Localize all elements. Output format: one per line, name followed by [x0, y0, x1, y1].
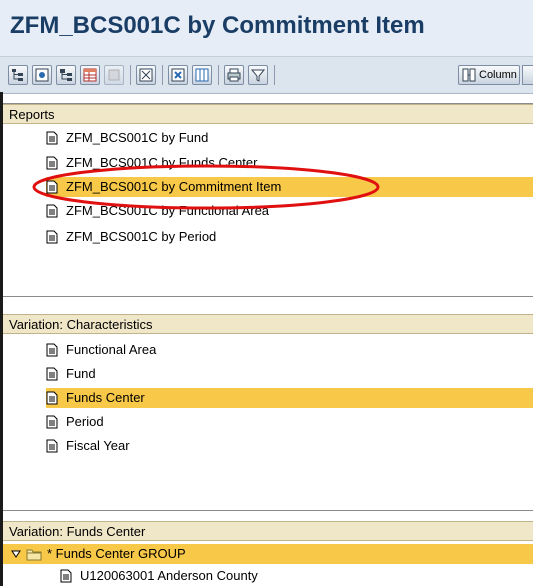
document-icon — [46, 131, 58, 145]
column-button[interactable]: Column — [458, 65, 520, 85]
report-item-label: ZFM_BCS001C by Funds Center — [66, 155, 258, 170]
characteristic-label: Period — [66, 414, 104, 429]
toolbar-separator — [130, 65, 131, 85]
column-button-label: Column — [479, 69, 517, 81]
report-item-period[interactable]: ZFM_BCS001C by Period — [46, 227, 346, 247]
characteristic-functional-area[interactable]: Functional Area — [46, 340, 346, 360]
funds-center-header: Variation: Funds Center — [3, 521, 533, 541]
toolbar-separator — [218, 65, 219, 85]
panel-divider — [3, 510, 533, 511]
characteristic-period[interactable]: Period — [46, 412, 346, 432]
layout-icon[interactable] — [80, 65, 100, 85]
characteristics-header: Variation: Characteristics — [3, 314, 533, 334]
characteristic-label: Funds Center — [66, 390, 145, 405]
expand-tree-icon[interactable] — [56, 65, 76, 85]
document-icon — [46, 343, 58, 357]
document-icon — [46, 367, 58, 381]
report-item-commitment-item[interactable]: ZFM_BCS001C by Commitment Item — [46, 177, 533, 197]
sort-filter-icon[interactable] — [248, 65, 268, 85]
report-item-label: ZFM_BCS001C by Functional Area — [66, 203, 270, 218]
report-item-label: ZFM_BCS001C by Period — [66, 229, 217, 244]
collapse-triangle-icon[interactable] — [11, 549, 21, 559]
funds-center-child-label: U120063001 Anderson County — [80, 568, 258, 583]
column-icon — [462, 68, 476, 82]
panel-divider — [3, 103, 533, 104]
report-item-functional-area[interactable]: ZFM_BCS001C by Functional Area — [46, 201, 346, 221]
document-icon — [46, 415, 58, 429]
characteristic-label: Functional Area — [66, 342, 157, 357]
disabled-icon — [104, 65, 124, 85]
document-icon — [46, 156, 58, 170]
toolbar-separator — [274, 65, 275, 85]
report-item-label: ZFM_BCS001C by Commitment Item — [66, 179, 282, 194]
report-item-fund[interactable]: ZFM_BCS001C by Fund — [46, 128, 346, 148]
characteristic-fiscal-year[interactable]: Fiscal Year — [46, 436, 346, 456]
panel-divider — [3, 296, 533, 297]
funds-center-group-label: * Funds Center GROUP — [47, 546, 186, 561]
window-title-bar: ZFM_BCS001C by Commitment Item — [0, 0, 533, 56]
characteristic-fund[interactable]: Fund — [46, 364, 346, 384]
hierarchy-icon[interactable] — [8, 65, 28, 85]
toolbar-separator — [162, 65, 163, 85]
document-icon — [60, 569, 72, 583]
report-item-label: ZFM_BCS001C by Fund — [66, 130, 209, 145]
drilldown-icon[interactable] — [168, 65, 188, 85]
filter-icon[interactable] — [136, 65, 156, 85]
document-icon — [46, 180, 58, 194]
toolbar-overflow-button[interactable] — [522, 65, 533, 85]
characteristic-label: Fund — [66, 366, 96, 381]
reports-header: Reports — [3, 104, 533, 124]
window-title: ZFM_BCS001C by Commitment Item — [10, 12, 425, 39]
characteristic-label: Fiscal Year — [66, 438, 130, 453]
settings-icon[interactable] — [32, 65, 52, 85]
document-icon — [46, 391, 58, 405]
columns-icon[interactable] — [192, 65, 212, 85]
funds-center-child-node[interactable]: U120063001 Anderson County — [60, 566, 360, 586]
document-icon — [46, 204, 58, 218]
print-icon[interactable] — [224, 65, 244, 85]
characteristic-funds-center[interactable]: Funds Center — [46, 388, 533, 408]
document-icon — [46, 439, 58, 453]
folder-icon — [26, 549, 42, 561]
document-icon — [46, 230, 58, 244]
application-toolbar: Column — [0, 56, 533, 94]
report-item-funds-center[interactable]: ZFM_BCS001C by Funds Center — [46, 153, 346, 173]
funds-center-group-node[interactable]: * Funds Center GROUP — [3, 544, 533, 564]
